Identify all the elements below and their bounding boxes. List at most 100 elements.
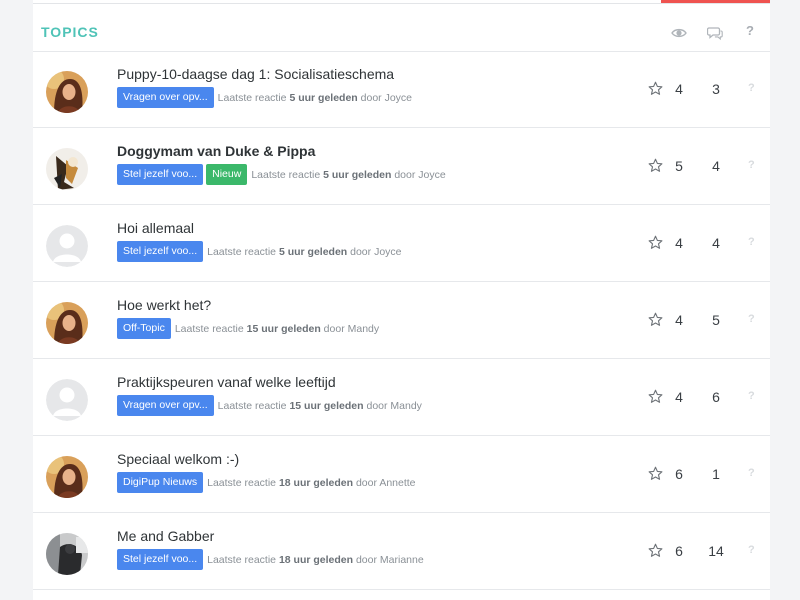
avatar[interactable] bbox=[46, 456, 88, 498]
last-reply-label: Laatste reactie bbox=[251, 168, 321, 181]
last-reply-info: Laatste reactie 15 uur geleden door Mand… bbox=[218, 400, 422, 412]
star-icon[interactable] bbox=[648, 466, 663, 481]
view-count: 4 bbox=[675, 235, 683, 251]
section-title: TOPICS bbox=[41, 24, 99, 40]
reply-author[interactable]: Joyce bbox=[385, 92, 412, 104]
category-tag[interactable]: Vragen over opv... bbox=[117, 87, 214, 108]
reply-author[interactable]: Marianne bbox=[380, 554, 424, 566]
view-count: 5 bbox=[675, 158, 683, 174]
last-reply-label: Laatste reactie bbox=[207, 553, 277, 566]
reply-count: 4 bbox=[712, 235, 720, 251]
last-reply-label: Laatste reactie bbox=[207, 476, 277, 489]
third-column-value: ? bbox=[748, 544, 755, 556]
last-reply-label: Laatste reactie bbox=[207, 245, 277, 258]
avatar[interactable] bbox=[46, 379, 88, 421]
by-label: door bbox=[355, 553, 377, 566]
category-tag[interactable]: Vragen over opv... bbox=[117, 395, 214, 416]
by-label: door bbox=[355, 476, 377, 489]
reply-count: 4 bbox=[712, 158, 720, 174]
by-label: door bbox=[350, 245, 372, 258]
view-count: 6 bbox=[675, 543, 683, 559]
topic-meta: Vragen over opv... Laatste reactie 5 uur … bbox=[117, 87, 412, 108]
avatar[interactable] bbox=[46, 148, 88, 190]
category-tag[interactable]: Off-Topic bbox=[117, 318, 171, 339]
reply-count: 5 bbox=[712, 312, 720, 328]
topic-row[interactable]: Puppy-10-daagse dag 1: Socialisatieschem… bbox=[33, 51, 770, 128]
avatar[interactable] bbox=[46, 71, 88, 113]
topic-row[interactable]: Me and Gabber Stel jezelf voo... Laatste r… bbox=[33, 513, 770, 590]
third-column-value: ? bbox=[748, 82, 755, 94]
last-reply-label: Laatste reactie bbox=[217, 91, 287, 104]
reply-author[interactable]: Annette bbox=[379, 477, 415, 489]
avatar[interactable] bbox=[46, 302, 88, 344]
topic-title[interactable]: Me and Gabber bbox=[117, 528, 214, 544]
reply-count: 3 bbox=[712, 81, 720, 97]
category-tag[interactable]: Stel jezelf voo... bbox=[117, 241, 204, 262]
last-reply-info: Laatste reactie 5 uur geleden door Joyce bbox=[251, 169, 445, 181]
star-icon[interactable] bbox=[648, 389, 663, 404]
by-label: door bbox=[366, 399, 388, 412]
view-count: 4 bbox=[675, 312, 683, 328]
header-third-column: ? bbox=[746, 23, 754, 38]
last-reply-info: Laatste reactie 15 uur geleden door Mand… bbox=[175, 323, 379, 335]
avatar[interactable] bbox=[46, 533, 88, 575]
reply-author[interactable]: Joyce bbox=[418, 169, 445, 181]
topic-row[interactable]: Hoe werkt het? Off-Topic Laatste reactie 1… bbox=[33, 282, 770, 359]
by-label: door bbox=[360, 91, 382, 104]
reply-author[interactable]: Mandy bbox=[390, 400, 422, 412]
star-icon[interactable] bbox=[648, 235, 663, 250]
view-count: 4 bbox=[675, 389, 683, 405]
topic-meta: Stel jezelf voo... Laatste reactie 18 uur… bbox=[117, 549, 424, 570]
category-tag[interactable]: Stel jezelf voo... bbox=[117, 164, 204, 185]
last-reply-label: Laatste reactie bbox=[217, 399, 287, 412]
topic-meta: Off-Topic Laatste reactie 15 uur geleden … bbox=[117, 318, 379, 339]
active-tab-indicator bbox=[661, 0, 770, 3]
star-icon[interactable] bbox=[648, 81, 663, 96]
last-reply-time: 5 uur geleden bbox=[278, 245, 348, 258]
category-tag[interactable]: DigiPup Nieuws bbox=[117, 472, 204, 493]
last-reply-time: 15 uur geleden bbox=[289, 399, 364, 412]
reply-count: 6 bbox=[712, 389, 720, 405]
reply-author[interactable]: Mandy bbox=[348, 323, 380, 335]
last-reply-time: 18 uur geleden bbox=[278, 476, 354, 489]
third-column-value: ? bbox=[748, 236, 755, 248]
last-reply-info: Laatste reactie 5 uur geleden door Joyce bbox=[218, 92, 412, 104]
view-count: 6 bbox=[675, 466, 683, 482]
view-count: 4 bbox=[675, 81, 683, 97]
topic-title[interactable]: Hoe werkt het? bbox=[117, 297, 211, 313]
reply-count: 14 bbox=[708, 543, 724, 559]
new-badge[interactable]: Nieuw bbox=[206, 164, 248, 185]
third-column-value: ? bbox=[748, 467, 755, 479]
topic-title[interactable]: Praktijkspeuren vanaf welke leeftijd bbox=[117, 374, 336, 390]
last-reply-time: 5 uur geleden bbox=[323, 168, 392, 181]
topic-meta: Vragen over opv... Laatste reactie 15 uur… bbox=[117, 395, 422, 416]
reply-author[interactable]: Joyce bbox=[374, 246, 401, 258]
topic-title[interactable]: Hoi allemaal bbox=[117, 220, 194, 236]
topic-title[interactable]: Doggymam van Duke & Pippa bbox=[117, 143, 315, 159]
category-tag[interactable]: Stel jezelf voo... bbox=[117, 549, 204, 570]
last-reply-info: Laatste reactie 18 uur geleden door Mari… bbox=[207, 554, 424, 566]
last-reply-label: Laatste reactie bbox=[174, 322, 244, 335]
topic-meta: DigiPup Nieuws Laatste reactie 18 uur gel… bbox=[117, 472, 416, 493]
last-reply-info: Laatste reactie 5 uur geleden door Joyce bbox=[207, 246, 401, 258]
topic-row[interactable]: Praktijkspeuren vanaf welke leeftijd Vrag… bbox=[33, 359, 770, 436]
third-column-value: ? bbox=[748, 313, 755, 325]
star-icon[interactable] bbox=[648, 158, 663, 173]
avatar[interactable] bbox=[46, 225, 88, 267]
last-reply-time: 5 uur geleden bbox=[289, 91, 358, 104]
last-reply-info: Laatste reactie 18 uur geleden door Anne… bbox=[207, 477, 415, 489]
topics-list: Puppy-10-daagse dag 1: Socialisatieschem… bbox=[33, 51, 770, 590]
topics-panel: TOPICS ? Puppy-10-daagse dag 1: Socialis… bbox=[33, 0, 770, 600]
comments-icon bbox=[707, 27, 723, 41]
topic-row[interactable]: Hoi allemaal Stel jezelf voo... Laatste re… bbox=[33, 205, 770, 282]
topic-title[interactable]: Puppy-10-daagse dag 1: Socialisatieschem… bbox=[117, 66, 394, 82]
by-label: door bbox=[394, 168, 416, 181]
topic-title[interactable]: Speciaal welkom :-) bbox=[117, 451, 239, 467]
third-column-value: ? bbox=[748, 159, 755, 171]
topic-row[interactable]: Doggymam van Duke & Pippa Stel jezelf voo… bbox=[33, 128, 770, 205]
topic-row[interactable]: Speciaal welkom :-) DigiPup Nieuws Laatste… bbox=[33, 436, 770, 513]
topics-header: TOPICS ? bbox=[33, 4, 770, 52]
star-icon[interactable] bbox=[648, 312, 663, 327]
star-icon[interactable] bbox=[648, 543, 663, 558]
topic-meta: Stel jezelf voo... Nieuw Laatste reactie 5… bbox=[117, 164, 446, 185]
